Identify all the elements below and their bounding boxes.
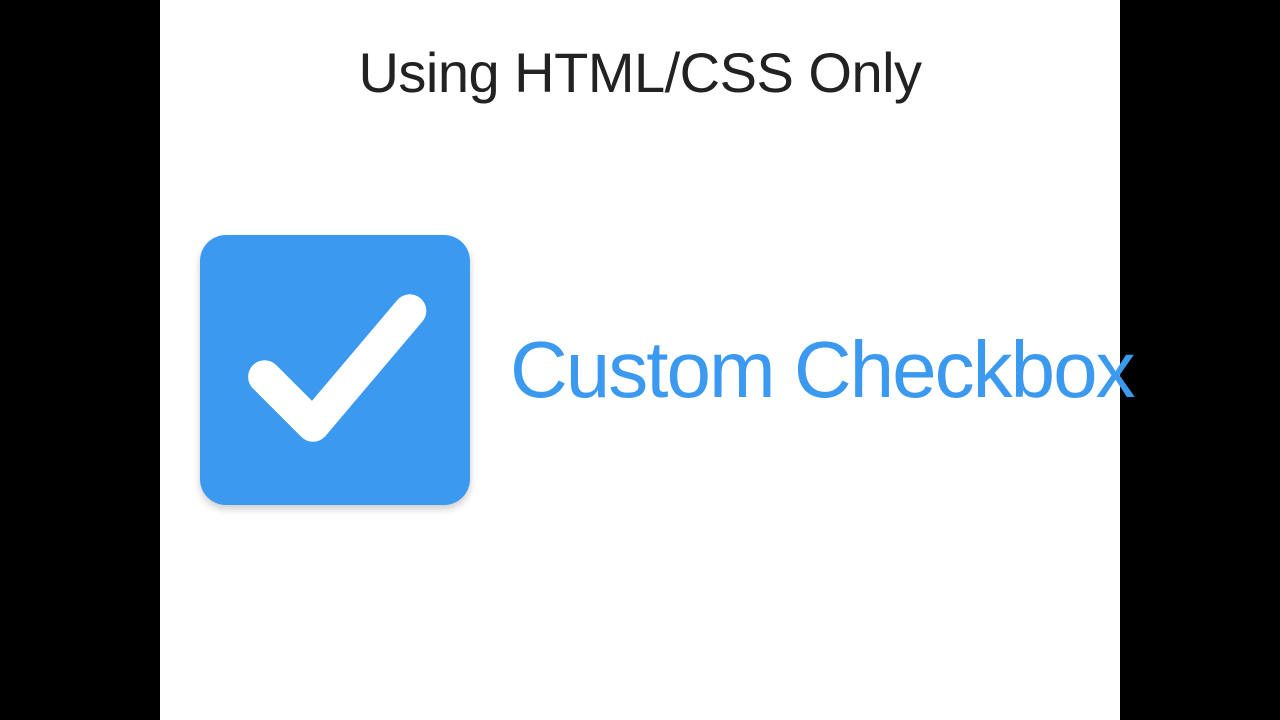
checkbox-square xyxy=(200,235,470,505)
main-title: Custom Checkbox xyxy=(510,324,1134,416)
page-subtitle: Using HTML/CSS Only xyxy=(160,40,1120,105)
checkmark-icon xyxy=(225,258,445,483)
main-row: Custom Checkbox xyxy=(200,235,1100,505)
content-area: Using HTML/CSS Only Custom Checkbox xyxy=(160,0,1120,720)
